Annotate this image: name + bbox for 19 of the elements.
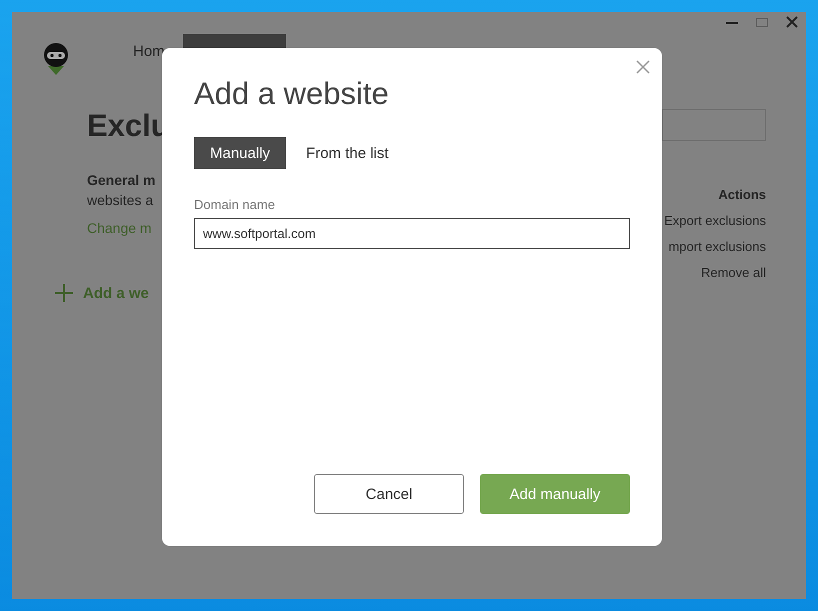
plus-icon[interactable] [55, 284, 73, 302]
dialog-title: Add a website [194, 76, 390, 112]
close-icon[interactable] [636, 60, 650, 74]
close-icon[interactable] [786, 16, 798, 28]
action-link[interactable]: Remove all [700, 265, 766, 280]
actions-title: Actions [718, 187, 766, 202]
section-title: General m [87, 172, 156, 188]
action-link[interactable]: Export exclusions [664, 213, 766, 228]
tab[interactable]: From the list [290, 137, 405, 169]
tab[interactable]: Manually [194, 137, 286, 169]
ninja-logo-icon [42, 42, 70, 76]
cancel-button[interactable]: Cancel [314, 474, 464, 514]
field-label: Domain name [194, 197, 276, 212]
section-text: websites a [87, 192, 154, 208]
add-button[interactable]: Add manually [480, 474, 630, 514]
maximize-icon[interactable] [756, 16, 768, 28]
domain-input[interactable]: www.softportal.com [194, 218, 630, 249]
action-link[interactable]: mport exclusions [668, 239, 766, 254]
search-field[interactable] [662, 109, 766, 141]
